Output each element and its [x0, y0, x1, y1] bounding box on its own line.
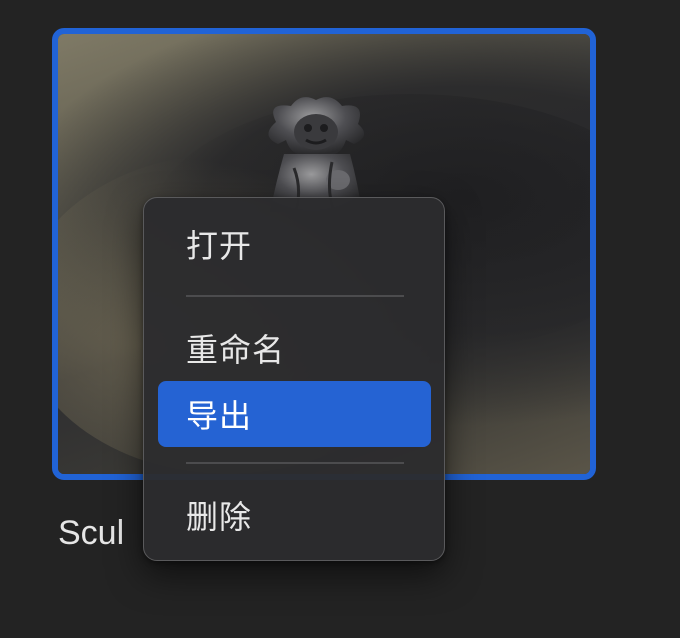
menu-item-export-label: 导出 — [186, 397, 253, 435]
menu-separator — [186, 295, 404, 297]
menu-item-rename[interactable]: 重命名 — [158, 315, 431, 381]
canvas: Scul 打开 重命名 导出 删除 — [0, 0, 680, 638]
menu-separator — [186, 462, 404, 464]
menu-item-export[interactable]: 导出 — [158, 381, 431, 447]
menu-item-open[interactable]: 打开 — [158, 211, 431, 277]
file-name-label[interactable]: Scul — [58, 514, 124, 553]
stone-lion-statue-icon — [268, 97, 365, 212]
menu-item-delete[interactable]: 删除 — [158, 482, 431, 548]
context-menu: 打开 重命名 导出 删除 — [143, 197, 445, 561]
menu-item-open-label: 打开 — [186, 227, 253, 265]
menu-item-rename-label: 重命名 — [186, 331, 286, 369]
menu-item-delete-label: 删除 — [186, 498, 253, 536]
